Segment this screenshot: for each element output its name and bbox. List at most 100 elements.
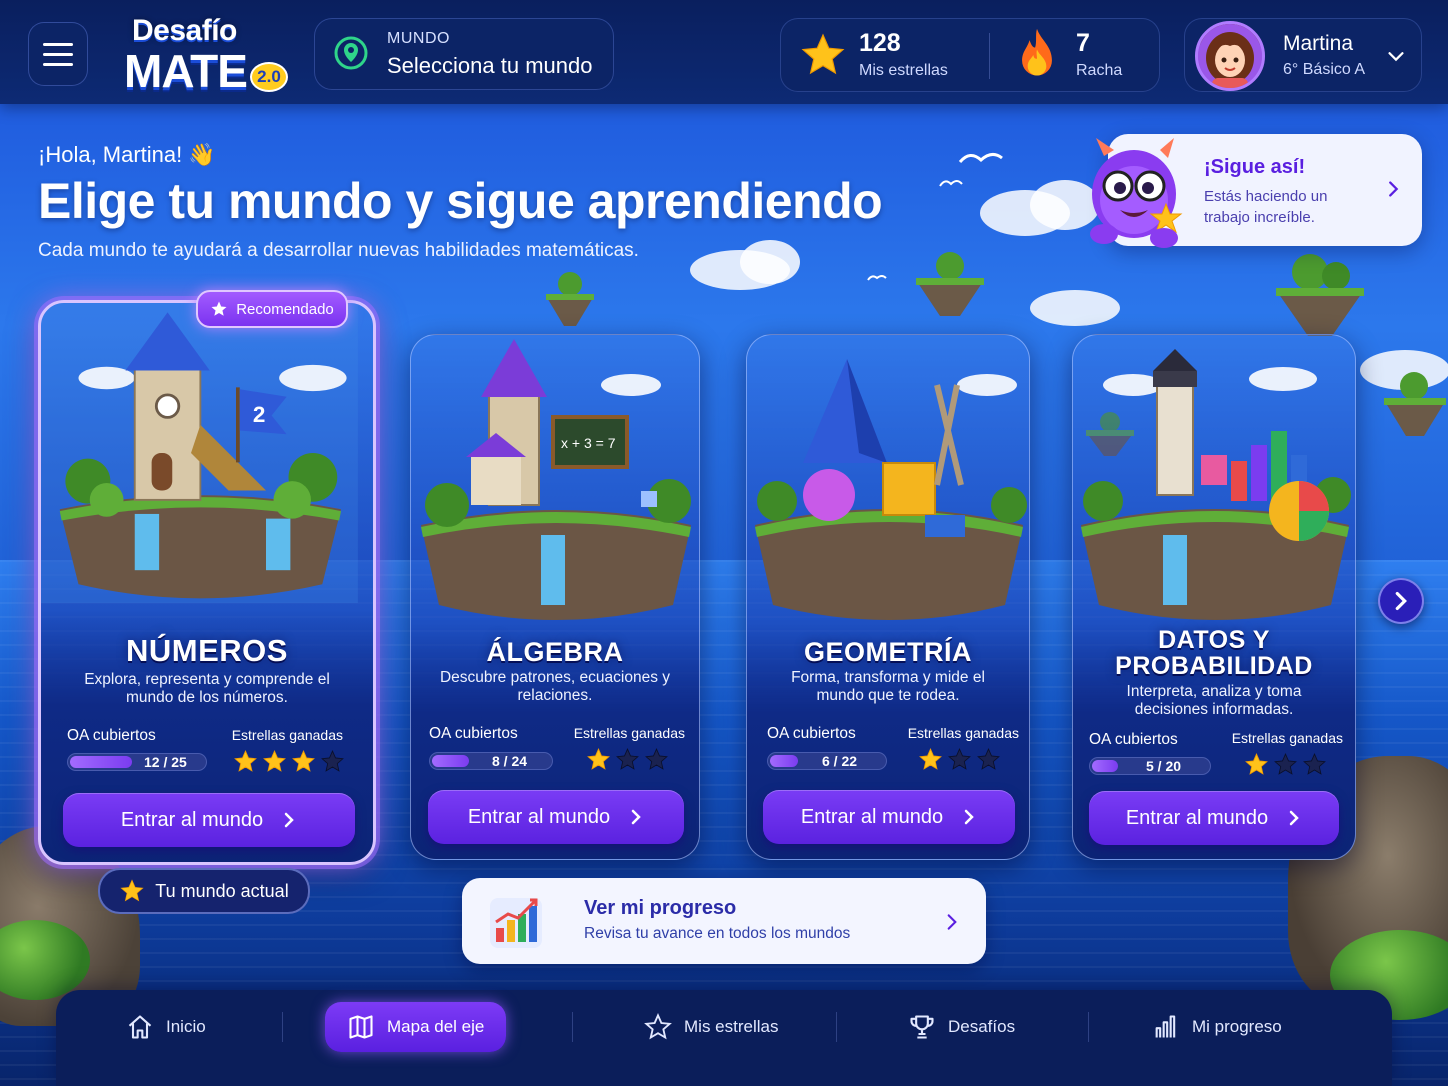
oa-progress-bar: 8 / 24 — [429, 752, 553, 770]
oa-progress-fill — [770, 755, 799, 767]
bar-chart-icon — [1155, 1015, 1176, 1038]
enter-world-label: Entrar al mundo — [800, 805, 944, 828]
chevron-right-icon — [1289, 810, 1299, 826]
oa-count: 6 / 22 — [822, 753, 858, 769]
oa-progress-fill — [1092, 760, 1118, 772]
chevron-right-icon — [947, 914, 957, 930]
chevron-right-icon — [284, 812, 294, 828]
world-selector-value: Selecciona tu mundo — [387, 53, 593, 78]
algebra-island-illustration: x + 3 = 7 — [421, 339, 691, 620]
stars-count: 128 — [859, 29, 901, 57]
oa-progress-bar: 6 / 22 — [767, 752, 887, 770]
streak-count: 7 — [1076, 29, 1090, 57]
enter-world-label: Entrar al mundo — [467, 805, 611, 828]
nav-item-home[interactable]: Inicio — [126, 1002, 206, 1052]
enter-world-button[interactable]: Entrar al mundo — [428, 790, 684, 844]
app-logo[interactable]: Desafío MATE 2.0 — [122, 14, 292, 97]
enter-world-button[interactable]: Entrar al mundo — [763, 790, 1015, 844]
star-icon — [120, 879, 144, 902]
user-profile-menu[interactable]: Martina 6° Básico A — [1184, 18, 1422, 92]
world-description: Interpreta, analiza y toma decisiones in… — [1126, 683, 1302, 718]
nav-item-map[interactable]: Mapa del eje — [325, 1002, 507, 1052]
oa-covered-label: OA cubiertos — [67, 727, 156, 744]
star-filled-icon — [234, 750, 257, 772]
star-empty-icon — [977, 748, 1000, 770]
enter-world-label: Entrar al mundo — [1125, 806, 1269, 829]
flag-number: 2 — [253, 402, 266, 427]
cloud — [1360, 350, 1448, 390]
greeting-hello: ¡Hola, Martina! 👋 — [38, 142, 216, 167]
world-title: DATOS Y PROBABILIDAD — [1115, 626, 1313, 680]
star-icon — [211, 301, 227, 316]
numbers-island-illustration: 2 — [41, 303, 358, 603]
mascot-monster-icon — [1090, 138, 1183, 248]
user-name: Martina — [1283, 32, 1354, 55]
enter-world-button[interactable]: Entrar al mundo — [63, 793, 355, 847]
chevron-right-icon — [964, 809, 974, 825]
home-icon — [128, 1015, 152, 1039]
nav-label: Mapa del eje — [387, 1017, 485, 1036]
enter-world-label: Entrar al mundo — [120, 808, 264, 831]
enter-world-button[interactable]: Entrar al mundo — [1089, 791, 1339, 845]
cloud — [740, 240, 800, 284]
world-selector-caption: MUNDO — [387, 30, 450, 47]
world-description: Descubre patrones, ecuaciones y relacion… — [439, 669, 671, 704]
growth-chart-icon — [490, 898, 542, 948]
world-selector[interactable]: MUNDO Selecciona tu mundo — [314, 18, 614, 90]
logo-version-badge: 2.0 — [250, 62, 288, 92]
nav-label: Mi progreso — [1192, 1017, 1282, 1036]
streak-stat[interactable]: 7 Racha — [990, 19, 1160, 93]
nav-item-progress[interactable]: Mi progreso — [1152, 1002, 1282, 1052]
top-bar: Desafío MATE 2.0 MUNDO Selecciona tu mun… — [0, 0, 1448, 104]
world-card-geometria[interactable]: GEOMETRÍA Forma, transforma y mide el mu… — [746, 334, 1030, 860]
progress-banner-title: Ver mi progreso — [584, 897, 737, 919]
next-worlds-button[interactable] — [1378, 578, 1424, 624]
star-filled-icon — [919, 748, 942, 770]
oa-progress-bar: 12 / 25 — [67, 753, 207, 771]
nav-item-challenges[interactable]: Desafíos — [908, 1002, 1015, 1052]
oa-covered-label: OA cubiertos — [767, 725, 856, 742]
nav-item-stars[interactable]: Mis estrellas — [644, 1002, 778, 1052]
chevron-down-icon — [1388, 52, 1404, 62]
logo-text-top: Desafío — [132, 14, 237, 47]
encouragement-text: Estás haciendo un trabajo increíble. — [1204, 188, 1328, 226]
chevron-right-icon — [1395, 591, 1407, 611]
world-title: GEOMETRÍA — [803, 637, 972, 667]
page-subtitle: Cada mundo te ayudará a desarrollar nuev… — [38, 240, 639, 261]
star-empty-icon — [1303, 753, 1326, 775]
divider — [1088, 1012, 1089, 1042]
oa-progress-fill — [70, 756, 133, 768]
nav-label: Inicio — [166, 1017, 206, 1036]
stars-label: Mis estrellas — [859, 62, 948, 79]
data-island-illustration — [1081, 349, 1351, 620]
star-empty-icon — [616, 748, 639, 770]
world-card-datos-probabilidad[interactable]: DATOS Y PROBABILIDAD Interpreta, analiza… — [1072, 334, 1356, 860]
hamburger-menu-button[interactable] — [28, 22, 88, 86]
streak-label: Racha — [1076, 62, 1123, 79]
map-pin-icon — [334, 36, 368, 70]
world-card-numeros[interactable]: 2 NÚMEROS Explora, representa y comprend… — [38, 300, 376, 865]
chevron-right-icon — [631, 809, 641, 825]
star-empty-icon — [1274, 753, 1297, 775]
cloud — [690, 250, 790, 290]
star-empty-icon — [948, 748, 971, 770]
world-description: Forma, transforma y mide el mundo que te… — [791, 669, 985, 704]
world-card-algebra[interactable]: x + 3 = 7 ÁLGEBRA Descubre patrones, ecu… — [410, 334, 700, 860]
stars-stat[interactable]: 128 Mis estrellas — [781, 19, 989, 93]
encouragement-card[interactable]: ¡Sigue así! Estás haciendo un trabajo in… — [1090, 134, 1422, 248]
menu-line — [43, 52, 73, 56]
cloud — [1030, 290, 1120, 326]
floating-island-icon — [916, 252, 984, 316]
fire-icon — [1022, 28, 1052, 76]
geometry-island-illustration — [755, 359, 1027, 620]
star-filled-icon — [263, 750, 286, 772]
oa-count: 5 / 20 — [1146, 758, 1182, 774]
menu-line — [43, 62, 73, 66]
stars-earned-label: Estrellas ganadas — [231, 727, 343, 743]
page-title: Elige tu mundo y sigue aprendiendo — [38, 173, 883, 229]
recommended-badge: Recomendado — [196, 290, 348, 328]
current-world-label: Tu mundo actual — [155, 880, 289, 901]
bottom-navigation: Inicio Mapa del eje Mis estrellas Desafí… — [56, 990, 1392, 1086]
nav-label: Desafíos — [948, 1017, 1016, 1036]
view-progress-banner[interactable]: Ver mi progreso Revisa tu avance en todo… — [462, 878, 986, 964]
